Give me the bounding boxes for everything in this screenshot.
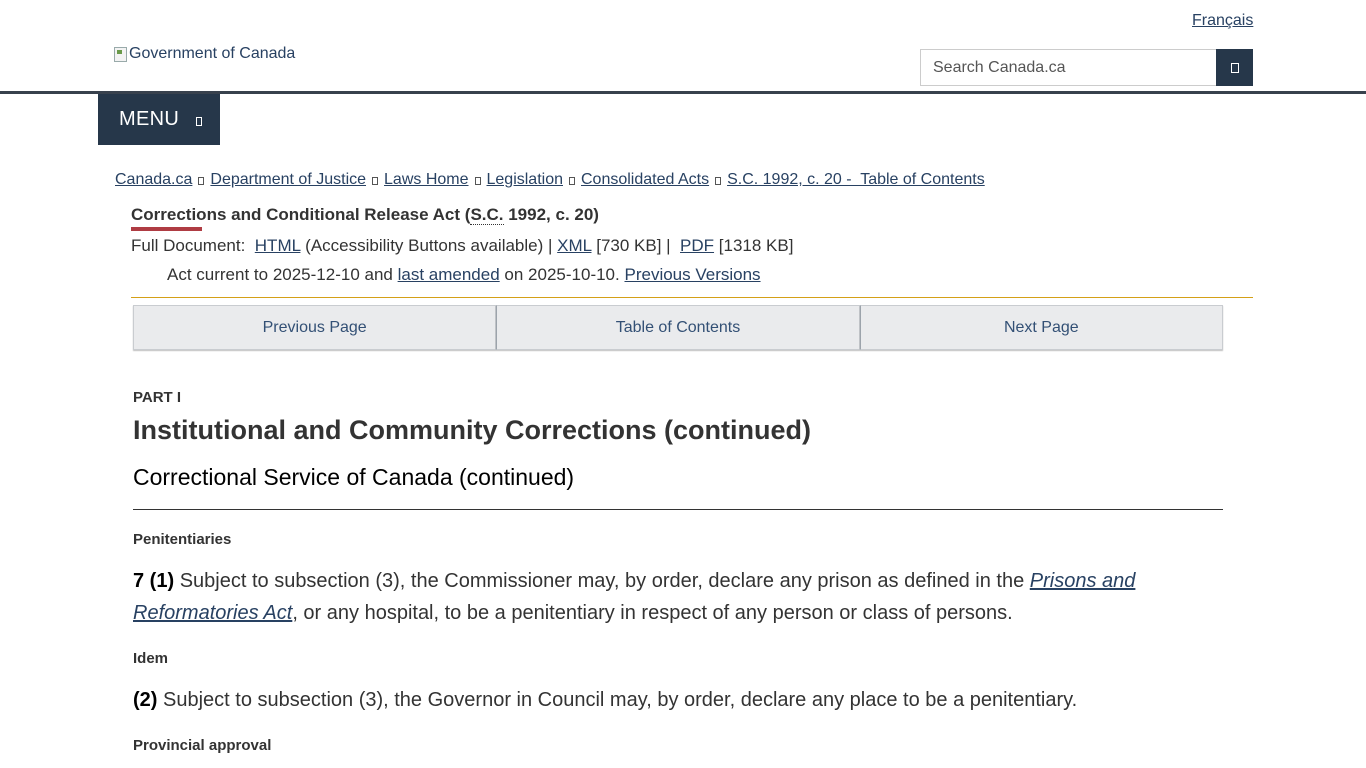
content-divider: [133, 509, 1223, 510]
marginal-note-provincial-approval: Provincial approval: [133, 737, 272, 754]
breadcrumb-laws-home[interactable]: Laws Home: [384, 171, 468, 189]
html-note: (Accessibility Buttons available) |: [305, 236, 553, 255]
full-document-label: Full Document:: [131, 236, 246, 255]
section-text: Subject to subsection (3), the Commissio…: [179, 570, 1025, 592]
breadcrumb-separator-icon: [569, 177, 575, 185]
breadcrumb-consolidated-acts[interactable]: Consolidated Acts: [581, 171, 709, 189]
part-title: Institutional and Community Corrections …: [133, 415, 811, 445]
search-input[interactable]: [921, 50, 1217, 85]
current-to-text: Act current to 2025-12-10 and: [167, 265, 393, 284]
previous-versions-link[interactable]: Previous Versions: [624, 265, 760, 284]
section-text: Subject to subsection (3), the Governor …: [163, 689, 1078, 711]
title-underline-accent: [131, 227, 202, 231]
breadcrumb-separator-icon: [372, 177, 379, 185]
act-title-abbr: S.C.: [470, 205, 504, 225]
marginal-note-penitentiaries: Penitentiaries: [133, 531, 232, 548]
act-title: Corrections and Conditional Release Act …: [131, 205, 599, 225]
breadcrumb-legislation[interactable]: Legislation: [487, 171, 564, 189]
breadcrumb: Canada.ca Department of Justice Laws Hom…: [115, 171, 985, 189]
xml-size: [730 KB] |: [596, 236, 671, 255]
broken-image-icon: [113, 46, 127, 62]
section-text: , or any hospital, to be a penitentiary …: [292, 602, 1013, 624]
government-of-canada-logo[interactable]: Government of Canada: [113, 45, 295, 63]
menu-label: MENU: [119, 108, 180, 130]
part-label: PART I: [133, 389, 182, 406]
search-field-wrapper: [920, 49, 1217, 86]
breadcrumb-separator-icon: [198, 177, 205, 185]
table-of-contents-button[interactable]: Table of Contents: [496, 305, 860, 350]
division-title: Correctional Service of Canada (continue…: [133, 464, 575, 490]
previous-page-button[interactable]: Previous Page: [133, 305, 497, 350]
section-7-1: 7 (1) Subject to subsection (3), the Com…: [133, 565, 1223, 629]
xml-link[interactable]: XML: [557, 236, 591, 255]
breadcrumb-separator-icon: [474, 177, 481, 185]
page-navigation: Previous Page Table of Contents Next Pag…: [133, 305, 1223, 350]
html-link[interactable]: HTML: [255, 236, 301, 255]
menu-button[interactable]: MENU: [98, 94, 220, 145]
pdf-link[interactable]: PDF: [680, 236, 714, 255]
amended-date-text: on 2025-10-10.: [504, 265, 620, 284]
full-document-links: Full Document: HTML (Accessibility Butto…: [131, 236, 793, 256]
breadcrumb-department-of-justice[interactable]: Department of Justice: [210, 171, 366, 189]
section-number: (2): [133, 689, 158, 711]
next-page-button[interactable]: Next Page: [859, 305, 1223, 350]
breadcrumb-separator-icon: [715, 177, 722, 185]
search-icon: [1230, 62, 1239, 73]
pdf-size: [1318 KB]: [718, 236, 794, 255]
breadcrumb-table-of-contents[interactable]: S.C. 1992, c. 20 - Table of Contents: [727, 171, 985, 189]
search-button[interactable]: [1216, 49, 1253, 86]
logo-alt-text: Government of Canada: [129, 45, 296, 62]
breadcrumb-canada-ca[interactable]: Canada.ca: [115, 171, 192, 189]
marginal-note-idem: Idem: [133, 650, 169, 667]
currency-notice: Act current to 2025-12-10 and last amend…: [167, 265, 761, 285]
last-amended-link[interactable]: last amended: [398, 265, 500, 284]
header-gold-divider: [131, 297, 1253, 298]
section-7-2: (2) Subject to subsection (3), the Gover…: [133, 684, 1223, 716]
chevron-down-icon: [196, 117, 203, 126]
language-toggle-link[interactable]: Français: [1192, 12, 1253, 30]
section-number: 7 (1): [133, 570, 175, 592]
